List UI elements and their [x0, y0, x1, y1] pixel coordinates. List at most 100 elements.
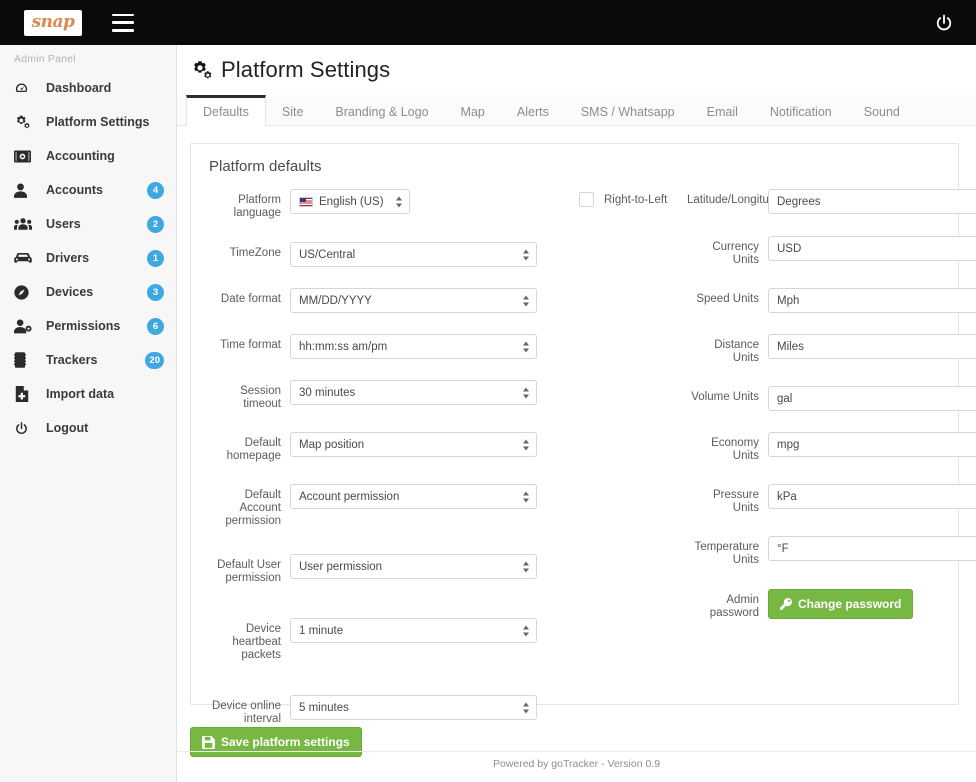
sidebar-item-permissions[interactable]: Permissions 6 — [0, 309, 176, 343]
compass-icon — [14, 284, 35, 300]
sidebar-item-accounts[interactable]: Accounts 4 — [0, 173, 176, 207]
field-distance-units: Distance Units Miles — [579, 334, 976, 365]
date-format-select[interactable]: MM/DD/YYYY — [290, 288, 537, 313]
hamburger-icon[interactable] — [112, 13, 134, 32]
status-badge: 3 — [147, 283, 164, 301]
tab-alerts[interactable]: Alerts — [501, 95, 565, 125]
time-format-select[interactable]: hh:mm:ss am/pm — [290, 334, 537, 359]
default-user-permission-select[interactable]: User permission — [290, 554, 537, 579]
power-icon[interactable] — [934, 13, 954, 33]
field-pressure-units: Pressure Units kPa — [579, 484, 976, 515]
device-heartbeat-packets-select[interactable]: 1 minute — [290, 618, 537, 643]
left-column: Platform language English (US) TimeZone — [207, 189, 537, 738]
select-value: Miles — [777, 340, 804, 353]
sidebar-item-logout[interactable]: Logout — [0, 411, 176, 445]
status-badge: 20 — [145, 351, 164, 369]
session-timeout-select[interactable]: 30 minutes — [290, 380, 537, 405]
sidebar-item-import-data[interactable]: Import data — [0, 377, 176, 411]
field-label: Default homepage — [226, 437, 281, 462]
economy-units-select[interactable]: mpg — [768, 432, 976, 457]
select-value: Account permission — [299, 490, 400, 503]
field-time-format: Time format hh:mm:ss am/pm — [207, 334, 537, 359]
select-value: kPa — [777, 490, 797, 503]
pressure-units-select[interactable]: kPa — [768, 484, 976, 509]
app-logo[interactable]: snap — [24, 9, 82, 36]
page-title: Platform Settings — [221, 57, 391, 82]
select-value: 5 minutes — [299, 701, 349, 714]
field-label: Speed Units — [696, 293, 759, 305]
temperature-units-select[interactable]: °F — [768, 536, 976, 561]
chevron-updown-icon — [522, 387, 530, 398]
chevron-updown-icon — [522, 702, 530, 713]
sidebar-item-drivers[interactable]: Drivers 1 — [0, 241, 176, 275]
field-label: Admin password — [709, 594, 759, 619]
tab-label: SMS / Whatsapp — [580, 104, 675, 119]
latlong-format-select[interactable]: Degrees — [768, 189, 976, 214]
rtl-checkbox-group: Right-to-Left — [579, 189, 687, 207]
sidebar-item-label: Platform Settings — [46, 115, 150, 129]
field-label: Time format — [220, 339, 281, 351]
sidebar-item-label: Permissions — [46, 319, 121, 333]
tab-site[interactable]: Site — [266, 95, 320, 125]
field-platform-language: Platform language English (US) — [207, 189, 537, 220]
sidebar-item-label: Users — [46, 217, 81, 231]
chevron-updown-icon — [522, 561, 530, 572]
currency-units-select[interactable]: USD — [768, 236, 976, 261]
sidebar-item-users[interactable]: Users 2 — [0, 207, 176, 241]
timezone-select[interactable]: US/Central — [290, 242, 537, 267]
tab-notification[interactable]: Notification — [754, 95, 848, 125]
change-password-button[interactable]: Change password — [768, 589, 914, 619]
field-label: Currency Units — [712, 241, 759, 266]
volume-units-select[interactable]: gal — [768, 386, 976, 411]
select-value: hh:mm:ss am/pm — [299, 340, 388, 353]
settings-tabs: Defaults Site Branding & Logo Map Alerts… — [177, 95, 976, 126]
chevron-updown-icon — [522, 341, 530, 352]
select-value: 1 minute — [299, 624, 344, 637]
default-account-permission-select[interactable]: Account permission — [290, 484, 537, 509]
field-default-homepage: Default homepage Map position — [207, 432, 537, 463]
field-volume-units: Volume Units gal — [579, 386, 976, 411]
sidebar-item-label: Logout — [46, 421, 89, 435]
tab-branding-logo[interactable]: Branding & Logo — [319, 95, 444, 125]
device-online-interval-select[interactable]: 5 minutes — [290, 695, 537, 720]
status-badge: 2 — [147, 215, 164, 233]
tab-label: Notification — [769, 104, 832, 119]
tab-sms-whatsapp[interactable]: SMS / Whatsapp — [565, 95, 691, 125]
select-value: mpg — [777, 438, 800, 451]
select-value: °F — [777, 542, 789, 555]
select-value: Map position — [299, 438, 365, 451]
default-homepage-select[interactable]: Map position — [290, 432, 537, 457]
platform-defaults-panel: Platform defaults Platform language Engl… — [190, 143, 976, 725]
tab-label: Email — [706, 104, 738, 119]
sidebar-item-label: Drivers — [46, 251, 90, 265]
select-value: 30 minutes — [299, 386, 356, 399]
field-device-online-interval: Device online interval 5 minutes — [207, 695, 537, 726]
tab-defaults[interactable]: Defaults — [186, 95, 266, 126]
select-value: USD — [777, 242, 802, 255]
select-value: gal — [777, 392, 793, 405]
sidebar-item-platform-settings[interactable]: Platform Settings — [0, 105, 176, 139]
speed-units-select[interactable]: Mph — [768, 288, 976, 313]
field-label: Default Account permission — [225, 489, 281, 527]
sidebar-item-accounting[interactable]: Accounting — [0, 139, 176, 173]
field-label: Device heartbeat packets — [232, 623, 281, 661]
field-row-rtl-latlong: Right-to-Left Latitude/Longitude Format … — [579, 189, 976, 214]
tab-sound[interactable]: Sound — [848, 95, 916, 125]
tab-label: Map — [460, 104, 485, 119]
sidebar-item-dashboard[interactable]: Dashboard — [0, 71, 176, 105]
car-icon — [14, 252, 35, 264]
tab-email[interactable]: Email — [691, 95, 754, 125]
sidebar-item-label: Accounts — [46, 183, 103, 197]
right-to-left-checkbox[interactable] — [579, 192, 594, 207]
sidebar-item-devices[interactable]: Devices 3 — [0, 275, 176, 309]
users-icon — [14, 217, 35, 231]
sidebar-item-label: Devices — [46, 285, 94, 299]
field-label: Temperature Units — [694, 541, 759, 566]
select-value: US/Central — [299, 248, 356, 261]
field-default-user-permission: Default User permission User permission — [207, 554, 537, 585]
platform-language-select[interactable]: English (US) — [290, 189, 410, 214]
tab-map[interactable]: Map — [445, 95, 501, 125]
select-value: English (US) — [319, 195, 384, 208]
sidebar-item-trackers[interactable]: Trackers 20 — [0, 343, 176, 377]
distance-units-select[interactable]: Miles — [768, 334, 976, 359]
